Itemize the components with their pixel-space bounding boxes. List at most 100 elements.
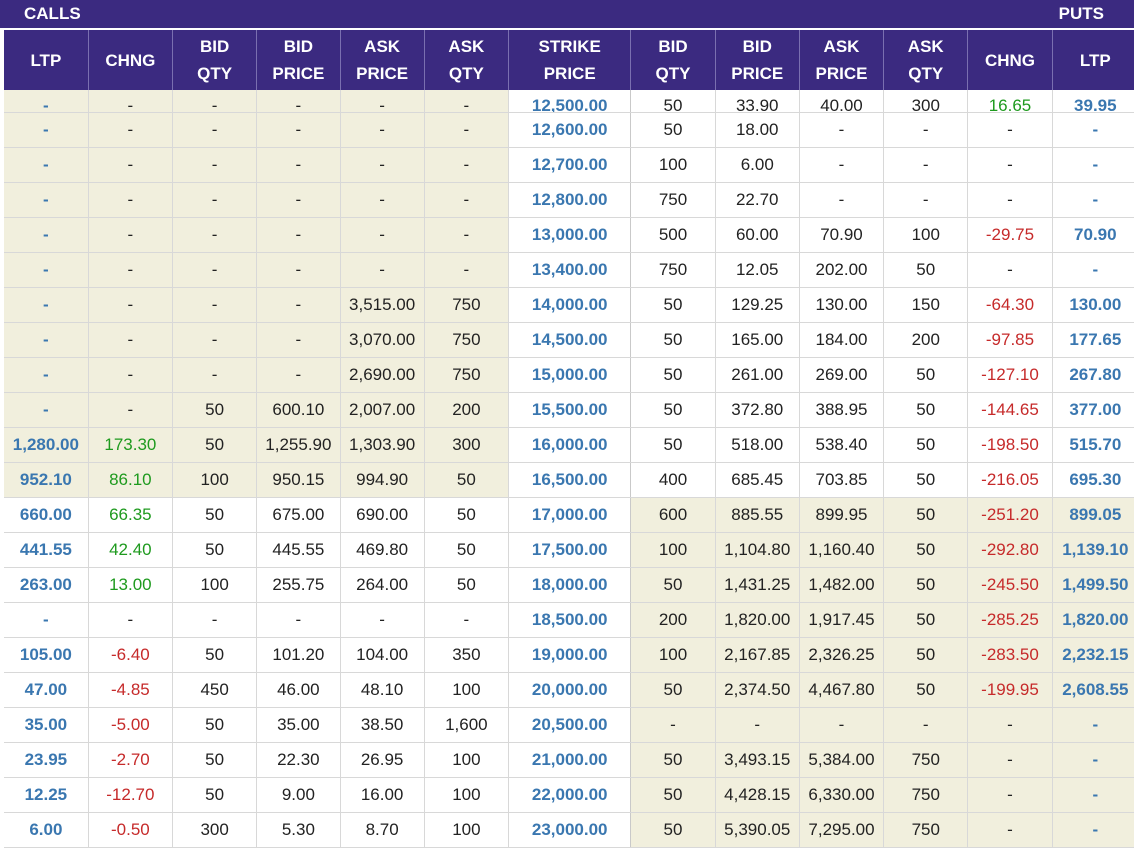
call-ltp-cell[interactable]: 6.00 [4, 812, 89, 848]
put-ltp-cell[interactable]: 899.05 [1052, 497, 1134, 533]
call-bid-price-cell: - [256, 217, 341, 253]
call-bid-price-header[interactable]: BID PRICE [256, 30, 341, 90]
put-ltp-cell[interactable]: - [1052, 707, 1134, 743]
call-ltp-cell[interactable]: - [4, 90, 89, 113]
call-ltp-cell[interactable]: 952.10 [4, 462, 89, 498]
put-ltp-cell[interactable]: 515.70 [1052, 427, 1134, 463]
call-chng-cell: - [88, 182, 174, 218]
strike-price-cell[interactable]: 16,500.00 [507, 462, 632, 498]
put-ltp-cell[interactable]: 177.65 [1052, 322, 1134, 358]
put-chng-cell: -29.75 [967, 217, 1053, 253]
put-ltp-header[interactable]: LTP [1052, 30, 1134, 90]
strike-price-cell[interactable]: 22,000.00 [507, 777, 632, 813]
put-ltp-cell[interactable]: - [1052, 147, 1134, 183]
call-ask-price-cell: 26.95 [340, 742, 425, 778]
call-chng-cell: - [88, 392, 174, 428]
put-bid-price-cell: 60.00 [715, 217, 800, 253]
put-bid-qty-cell: 50 [630, 742, 716, 778]
put-ltp-cell[interactable]: 130.00 [1052, 287, 1134, 323]
call-ltp-cell[interactable]: 23.95 [4, 742, 89, 778]
call-bid-qty-header[interactable]: BID QTY [172, 30, 258, 90]
call-ask-qty-cell: 100 [424, 777, 510, 813]
strike-price-cell[interactable]: 15,500.00 [507, 392, 632, 428]
put-bid-qty-header[interactable]: BID QTY [630, 30, 716, 90]
strike-price-cell[interactable]: 14,500.00 [507, 322, 632, 358]
put-ask-qty-cell: 50 [883, 637, 969, 673]
call-ltp-cell[interactable]: 35.00 [4, 707, 89, 743]
put-ask-qty-cell: 750 [883, 742, 969, 778]
strike-price-cell[interactable]: 19,000.00 [507, 637, 632, 673]
put-ltp-cell[interactable]: 695.30 [1052, 462, 1134, 498]
table-row: - - - - - -13,000.00 500 60.00 70.90 100 -29.75 70.… [4, 217, 1134, 253]
strike-price-cell[interactable]: 20,500.00 [507, 707, 632, 743]
strike-price-cell[interactable]: 18,000.00 [507, 567, 632, 603]
call-ltp-cell[interactable]: 105.00 [4, 637, 89, 673]
strike-price-cell[interactable]: 12,600.00 [507, 112, 632, 148]
put-ltp-cell[interactable]: 1,139.10 [1052, 532, 1134, 568]
put-ltp-cell[interactable]: - [1052, 742, 1134, 778]
call-ltp-cell[interactable]: 441.55 [4, 532, 89, 568]
put-ltp-cell[interactable]: 39.95 [1052, 90, 1134, 113]
call-ask-price-header[interactable]: ASK PRICE [340, 30, 425, 90]
header-label: LTP [1079, 50, 1111, 70]
header-label: ASK [823, 37, 860, 56]
put-ltp-cell[interactable]: 377.00 [1052, 392, 1134, 428]
call-ask-qty-header[interactable]: ASK QTY [424, 30, 510, 90]
put-ltp-cell[interactable]: 2,608.55 [1052, 672, 1134, 708]
strike-price-cell[interactable]: 12,800.00 [507, 182, 632, 218]
put-ltp-cell[interactable]: - [1052, 112, 1134, 148]
option-chain-table: LTP CHNG BID QTY BID PRICE ASK PRICE ASK QTY STRIK… [4, 30, 1134, 848]
put-ltp-cell[interactable]: 1,820.00 [1052, 602, 1134, 638]
put-chng-cell: -199.95 [967, 672, 1053, 708]
put-ltp-cell[interactable]: - [1052, 182, 1134, 218]
call-ltp-cell[interactable]: 47.00 [4, 672, 89, 708]
put-ltp-cell[interactable]: 2,232.15 [1052, 637, 1134, 673]
call-ltp-cell[interactable]: - [4, 322, 89, 358]
strike-price-cell[interactable]: 16,000.00 [507, 427, 632, 463]
put-chng-header[interactable]: CHNG [967, 30, 1053, 90]
call-ltp-cell[interactable]: - [4, 252, 89, 288]
strike-price-cell[interactable]: 20,000.00 [507, 672, 632, 708]
call-ltp-cell[interactable]: - [4, 182, 89, 218]
put-ltp-cell[interactable]: 267.80 [1052, 357, 1134, 393]
call-ltp-cell[interactable]: 263.00 [4, 567, 89, 603]
put-ltp-cell[interactable]: 1,499.50 [1052, 567, 1134, 603]
strike-price-cell[interactable]: 17,000.00 [507, 497, 632, 533]
call-ltp-cell[interactable]: 12.25 [4, 777, 89, 813]
strike-price-cell[interactable]: 17,500.00 [507, 532, 632, 568]
put-chng-cell: -245.50 [967, 567, 1053, 603]
call-ltp-cell[interactable]: 660.00 [4, 497, 89, 533]
put-ltp-cell[interactable]: - [1052, 812, 1134, 848]
put-ltp-cell[interactable]: 70.90 [1052, 217, 1134, 253]
strike-price-cell[interactable]: 14,000.00 [507, 287, 632, 323]
strike-price-header[interactable]: STRIKE PRICE [508, 30, 632, 90]
call-ltp-cell[interactable]: - [4, 112, 89, 148]
strike-price-cell[interactable]: 13,400.00 [507, 252, 632, 288]
call-bid-qty-cell: - [172, 147, 258, 183]
call-ltp-cell[interactable]: 1,280.00 [4, 427, 89, 463]
strike-price-cell[interactable]: 18,500.00 [507, 602, 632, 638]
call-ltp-cell[interactable]: - [4, 217, 89, 253]
call-ltp-header[interactable]: LTP [4, 30, 89, 90]
put-bid-price-header[interactable]: BID PRICE [715, 30, 800, 90]
strike-price-cell[interactable]: 13,000.00 [507, 217, 632, 253]
call-chng-header[interactable]: CHNG [88, 30, 174, 90]
call-bid-qty-cell: 50 [172, 707, 258, 743]
put-ltp-cell[interactable]: - [1052, 252, 1134, 288]
call-ltp-cell[interactable]: - [4, 357, 89, 393]
put-ask-price-header[interactable]: ASK PRICE [799, 30, 885, 90]
strike-price-cell[interactable]: 23,000.00 [507, 812, 632, 848]
strike-price-cell[interactable]: 15,000.00 [507, 357, 632, 393]
call-ltp-cell[interactable]: - [4, 147, 89, 183]
put-ask-qty-header[interactable]: ASK QTY [883, 30, 969, 90]
call-ltp-cell[interactable]: - [4, 602, 89, 638]
strike-price-cell[interactable]: 12,500.00 [507, 90, 632, 113]
put-ask-qty-cell: 150 [883, 287, 969, 323]
call-ltp-cell[interactable]: - [4, 287, 89, 323]
strike-price-cell[interactable]: 21,000.00 [507, 742, 632, 778]
put-bid-price-cell: 2,374.50 [715, 672, 800, 708]
put-ltp-cell[interactable]: - [1052, 777, 1134, 813]
strike-price-cell[interactable]: 12,700.00 [507, 147, 632, 183]
put-ask-qty-cell: 50 [883, 672, 969, 708]
call-ltp-cell[interactable]: - [4, 392, 89, 428]
